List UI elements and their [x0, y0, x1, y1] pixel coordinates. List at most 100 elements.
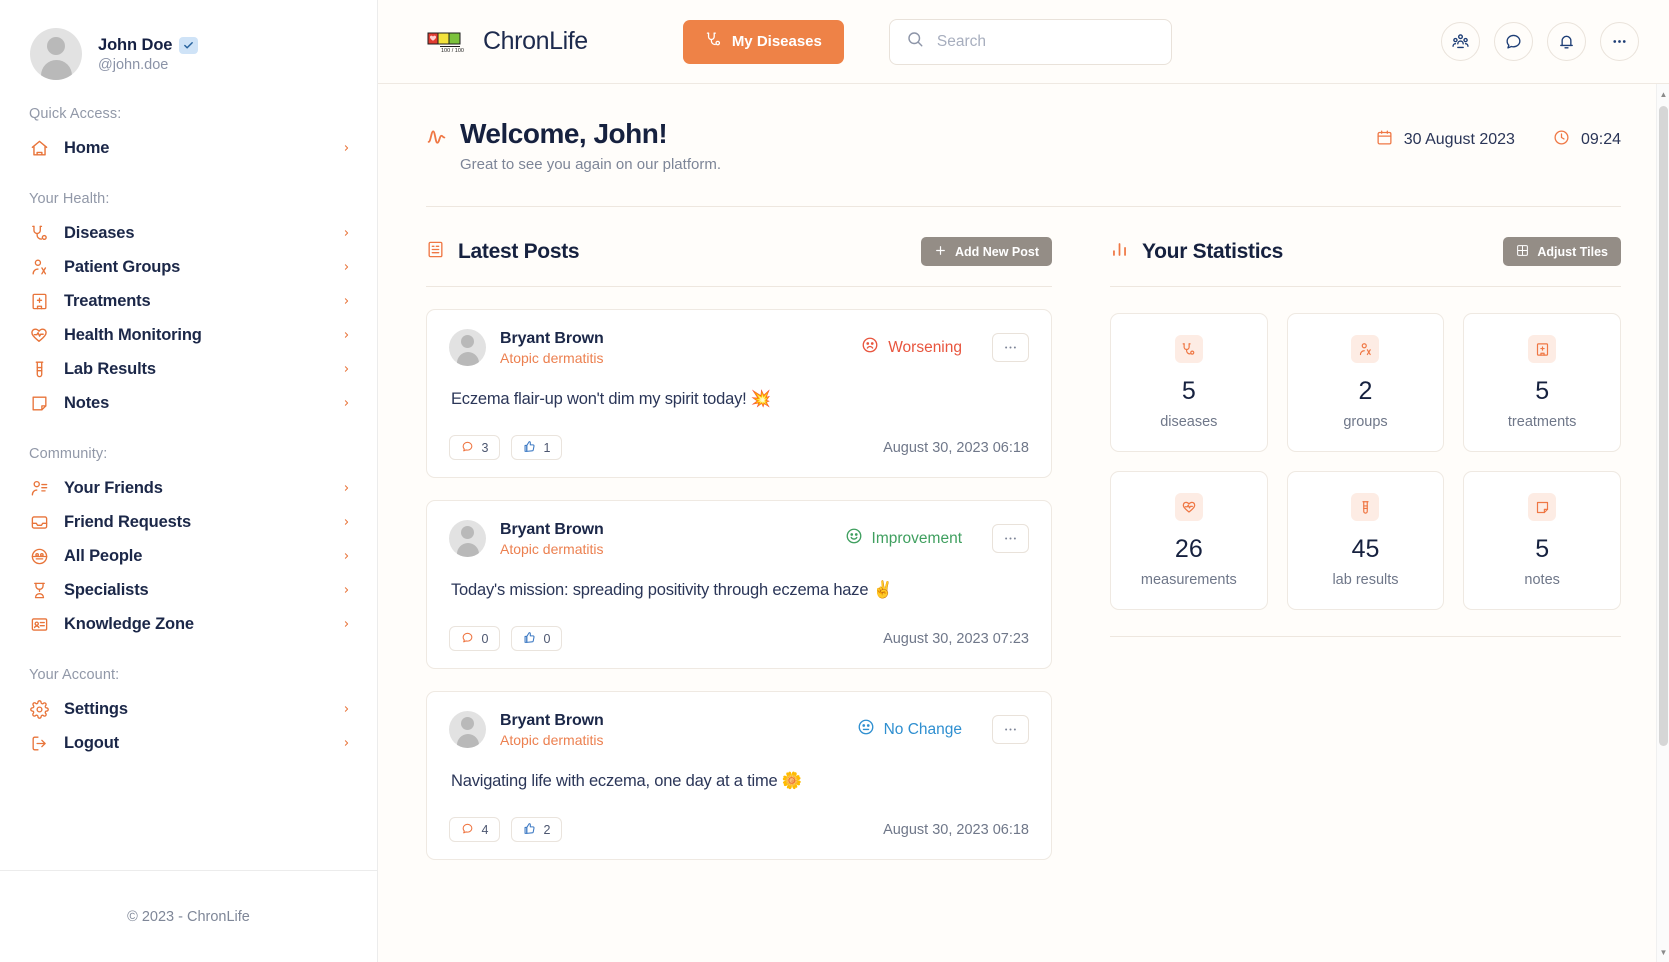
heart-pulse-icon	[29, 325, 49, 345]
sidebar-item-friend-requests[interactable]: Friend Requests	[0, 505, 377, 539]
sidebar-item-your-friends[interactable]: Your Friends	[0, 471, 377, 505]
like-count-button[interactable]: 2	[511, 817, 562, 843]
search-icon	[906, 30, 924, 53]
brand-name: ChronLife	[483, 27, 588, 55]
stat-tile-diseases[interactable]: 5 diseases	[1110, 313, 1268, 453]
sidebar-item-specialists[interactable]: Specialists	[0, 573, 377, 607]
post-timestamp: August 30, 2023 06:18	[883, 439, 1029, 456]
post-menu-button[interactable]	[992, 524, 1029, 554]
chevron-right-icon	[342, 702, 351, 716]
post-body: Navigating life with eczema, one day at …	[451, 772, 803, 791]
bar-chart-icon	[1110, 240, 1129, 264]
stat-tile-measurements[interactable]: 26 measurements	[1110, 471, 1268, 611]
chevron-right-icon	[342, 583, 351, 597]
sidebar-item-label: Settings	[64, 699, 128, 718]
sidebar: John Doe @john.doe Quick Access: Home Yo…	[0, 0, 378, 962]
scrollbar-thumb[interactable]	[1659, 106, 1668, 746]
date-display: 30 August 2023	[1376, 129, 1515, 151]
thumbs-up-icon	[523, 822, 536, 838]
stethoscope-icon	[29, 223, 49, 243]
sidebar-item-home[interactable]: Home	[0, 131, 377, 165]
chevron-right-icon	[342, 260, 351, 274]
sidebar-item-all-people[interactable]: All People	[0, 539, 377, 573]
add-new-post-button[interactable]: Add New Post	[920, 237, 1052, 267]
avatar	[30, 28, 82, 80]
status-badge: No Change	[857, 718, 962, 741]
chevron-right-icon	[342, 396, 351, 410]
post-disease: Atopic dermatitis	[500, 540, 604, 557]
avatar	[449, 520, 486, 558]
sidebar-item-treatments[interactable]: Treatments	[0, 284, 377, 318]
sidebar-item-label: Patient Groups	[64, 257, 181, 276]
post-author: Bryant Brown	[500, 329, 604, 347]
sidebar-item-health-monitoring[interactable]: Health Monitoring	[0, 318, 377, 352]
nav-group-community: Community: Your Friends Friend Requests	[0, 446, 377, 641]
sidebar-item-label: Home	[64, 138, 110, 157]
latest-posts-section: Latest Posts Add New Post Bryant Brown A…	[426, 237, 1052, 861]
post-timestamp: August 30, 2023 06:18	[883, 821, 1029, 838]
post-body: Eczema flair-up won't dim my spirit toda…	[451, 390, 772, 409]
search-box[interactable]	[888, 18, 1172, 65]
like-count-button[interactable]: 0	[511, 626, 562, 652]
comment-icon	[461, 631, 474, 647]
sidebar-item-diseases[interactable]: Diseases	[0, 216, 377, 250]
stat-tile-lab-results[interactable]: 45 lab results	[1286, 471, 1445, 611]
note-icon	[29, 393, 49, 413]
stat-value: 45	[1351, 535, 1380, 564]
posts-title: Latest Posts	[458, 239, 580, 263]
bell-icon[interactable]	[1547, 22, 1586, 61]
two-column-layout: Latest Posts Add New Post Bryant Brown A…	[426, 207, 1621, 861]
search-input[interactable]	[936, 32, 1155, 51]
adjust-tiles-button[interactable]: Adjust Tiles	[1503, 237, 1621, 267]
more-horizontal-icon[interactable]	[1600, 22, 1639, 61]
comment-count: 3	[481, 440, 489, 455]
sidebar-item-settings[interactable]: Settings	[0, 692, 377, 726]
sidebar-item-notes[interactable]: Notes	[0, 386, 377, 420]
user-group-icon	[1351, 335, 1380, 364]
content-scroll: Welcome, John! Great to see you again on…	[378, 84, 1669, 962]
chevron-right-icon	[342, 141, 351, 155]
like-count-button[interactable]: 1	[511, 435, 562, 461]
my-diseases-button[interactable]: My Diseases	[682, 19, 844, 64]
chat-bubble-icon[interactable]	[1494, 22, 1533, 61]
stat-label: lab results	[1332, 572, 1399, 589]
people-icon[interactable]	[1441, 22, 1480, 61]
stat-tile-groups[interactable]: 2 groups	[1286, 313, 1445, 453]
page-body: Welcome, John! Great to see you again on…	[378, 84, 1669, 861]
chevron-right-icon	[342, 736, 351, 750]
logout-icon	[29, 733, 49, 753]
post-menu-button[interactable]	[992, 333, 1029, 363]
post-menu-button[interactable]	[992, 715, 1029, 745]
profile-block[interactable]: John Doe @john.doe	[0, 0, 377, 80]
sidebar-item-logout[interactable]: Logout	[0, 726, 377, 760]
id-card-icon	[29, 614, 49, 634]
page-subtitle: Great to see you again on our platform.	[460, 156, 721, 174]
sidebar-item-patient-groups[interactable]: Patient Groups	[0, 250, 377, 284]
comment-count-button[interactable]: 4	[449, 817, 500, 843]
heart-pulse-icon	[1174, 493, 1203, 522]
comment-count-button[interactable]: 0	[449, 626, 500, 652]
avatar	[449, 329, 486, 367]
comment-count-button[interactable]: 3	[449, 435, 500, 461]
test-tube-icon	[1351, 493, 1380, 522]
sidebar-item-label: Treatments	[64, 291, 151, 310]
doctor-icon	[29, 580, 49, 600]
scroll-down-arrow[interactable]: ▼	[1657, 945, 1669, 959]
stat-tile-treatments[interactable]: 5 treatments	[1463, 313, 1621, 453]
status-label: Worsening	[888, 338, 962, 356]
scroll-up-arrow[interactable]: ▲	[1657, 87, 1669, 101]
status-label: No Change	[883, 720, 962, 738]
sidebar-item-lab-results[interactable]: Lab Results	[0, 352, 377, 386]
vertical-scrollbar[interactable]: ▲ ▼	[1656, 84, 1669, 962]
stat-tile-notes[interactable]: 5 notes	[1463, 471, 1621, 611]
sidebar-item-label: All People	[64, 546, 143, 565]
avatar	[449, 711, 486, 749]
statistics-section: Your Statistics Adjust Tiles 5 diseases …	[1110, 237, 1621, 860]
frowning-face-icon	[861, 336, 879, 359]
post-card: Bryant Brown Atopic dermatitis Worsening	[426, 309, 1052, 479]
sidebar-item-knowledge-zone[interactable]: Knowledge Zone	[0, 607, 377, 641]
brand[interactable]: 100 / 100 ChronLife	[426, 27, 588, 56]
chevron-right-icon	[342, 515, 351, 529]
activity-pulse-icon	[426, 127, 447, 153]
nav-heading: Your Account:	[29, 667, 120, 683]
